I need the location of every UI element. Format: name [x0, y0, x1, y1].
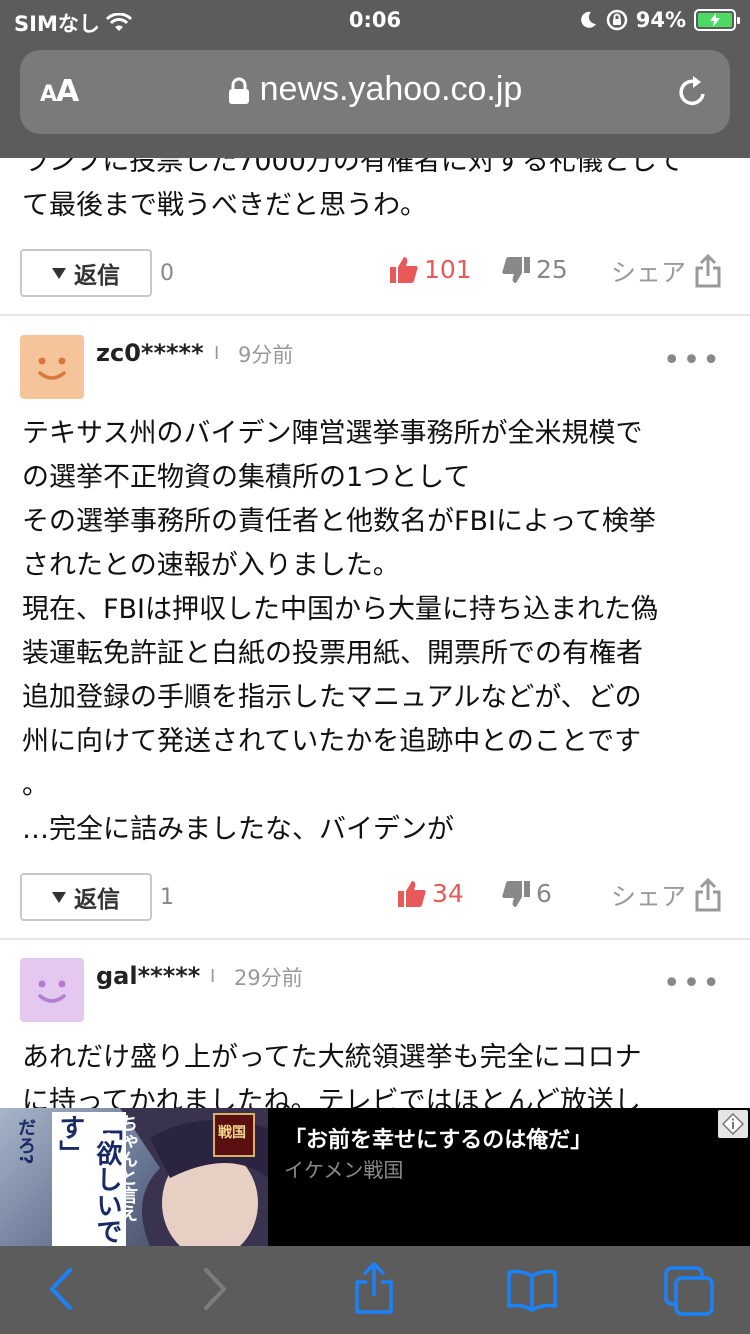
url-display[interactable]: news.yahoo.co.jp — [20, 70, 730, 109]
avatar[interactable] — [20, 335, 84, 399]
reply-count: 1 — [160, 885, 174, 910]
comment-time: 29分前 — [234, 966, 303, 990]
ad-logo: 戦国 — [218, 1125, 246, 1141]
ad-advertiser: イケメン戦国 — [284, 1158, 404, 1182]
forward-icon[interactable] — [200, 1264, 232, 1314]
ad-image[interactable]: だろ? 「欲しいです」 ちゃんと言えよ。 戦国 — [0, 1108, 268, 1246]
share-icon — [695, 878, 721, 912]
username[interactable]: gal***** — [96, 962, 200, 990]
comment-actions: 返信 1 34 6 シェア — [20, 873, 730, 921]
reload-icon[interactable] — [676, 74, 710, 110]
avatar[interactable] — [20, 958, 84, 1022]
like-button[interactable]: 101 — [390, 255, 472, 284]
thumbs-up-icon — [390, 256, 418, 283]
meta-separator: I — [214, 343, 220, 364]
dislike-button[interactable]: 6 — [502, 879, 552, 908]
tabs-icon[interactable] — [662, 1264, 716, 1318]
comment-time: 9分前 — [238, 343, 294, 367]
browser-top-chrome: SIMなし 0:06 94% AA news.yahoo.co.jp — [0, 0, 750, 158]
url-text: news.yahoo.co.jp — [259, 70, 523, 108]
status-bar: SIMなし 0:06 94% — [0, 0, 750, 42]
comments-feed[interactable]: ランプに投票した7000万の有権者に対する礼儀として て最後まで戦うべきだと思う… — [0, 158, 750, 1108]
browser-toolbar — [0, 1246, 750, 1334]
comment-header: gal***** I 29分前 ••• — [20, 958, 730, 1024]
triangle-down-icon — [52, 267, 66, 279]
status-right: 94% — [578, 8, 740, 32]
like-button[interactable]: 34 — [398, 879, 464, 908]
battery-percent: 94% — [635, 8, 686, 32]
ad-banner[interactable]: だろ? 「欲しいです」 ちゃんと言えよ。 戦国 「お前を幸せにするのは俺だ」 イ… — [0, 1108, 750, 1246]
reply-button[interactable]: 返信 — [20, 249, 152, 297]
username[interactable]: zc0***** — [96, 339, 204, 367]
ad-title[interactable]: 「お前を幸せにするのは俺だ」 — [284, 1122, 592, 1154]
previous-comment-text: ランプに投票した7000万の有権者に対する礼儀として て最後まで戦うべきだと思う… — [22, 158, 684, 221]
previous-comment-actions: 返信 0 101 25 シェア — [20, 249, 730, 297]
bookmarks-icon[interactable] — [506, 1268, 558, 1312]
ad-info-icon[interactable] — [718, 1110, 748, 1138]
comment-body: あれだけ盛り上がってた大統領選挙も完全にコロナ に持ってかれましたね。テレビでは… — [22, 1042, 642, 1108]
thumbs-down-icon — [502, 256, 530, 283]
comment-body: テキサス州のバイデン陣営選挙事務所が全米規模で の選挙不正物資の集積所の1つとし… — [22, 418, 659, 845]
comment-divider — [0, 938, 750, 940]
comment-header: zc0***** I 9分前 ••• — [20, 335, 730, 401]
reply-button[interactable]: 返信 — [20, 873, 152, 921]
share-button[interactable]: シェア — [611, 877, 722, 913]
reply-count: 0 — [160, 261, 174, 286]
meta-separator: I — [210, 966, 216, 987]
lock-icon — [228, 77, 249, 105]
share-button[interactable]: シェア — [611, 253, 722, 289]
share-icon[interactable] — [352, 1260, 396, 1316]
back-icon[interactable] — [44, 1264, 76, 1314]
thumbs-up-icon — [398, 880, 426, 907]
dislike-button[interactable]: 25 — [502, 255, 568, 284]
thumbs-down-icon — [502, 880, 530, 907]
moon-icon — [580, 11, 596, 28]
battery-icon — [694, 9, 740, 31]
address-bar[interactable]: AA news.yahoo.co.jp — [20, 50, 730, 134]
comment-divider — [0, 314, 750, 316]
triangle-down-icon — [52, 891, 66, 903]
more-options-icon[interactable]: ••• — [663, 343, 722, 378]
more-options-icon[interactable]: ••• — [663, 966, 722, 1001]
share-icon — [695, 254, 721, 288]
orientation-lock-icon — [606, 9, 627, 31]
